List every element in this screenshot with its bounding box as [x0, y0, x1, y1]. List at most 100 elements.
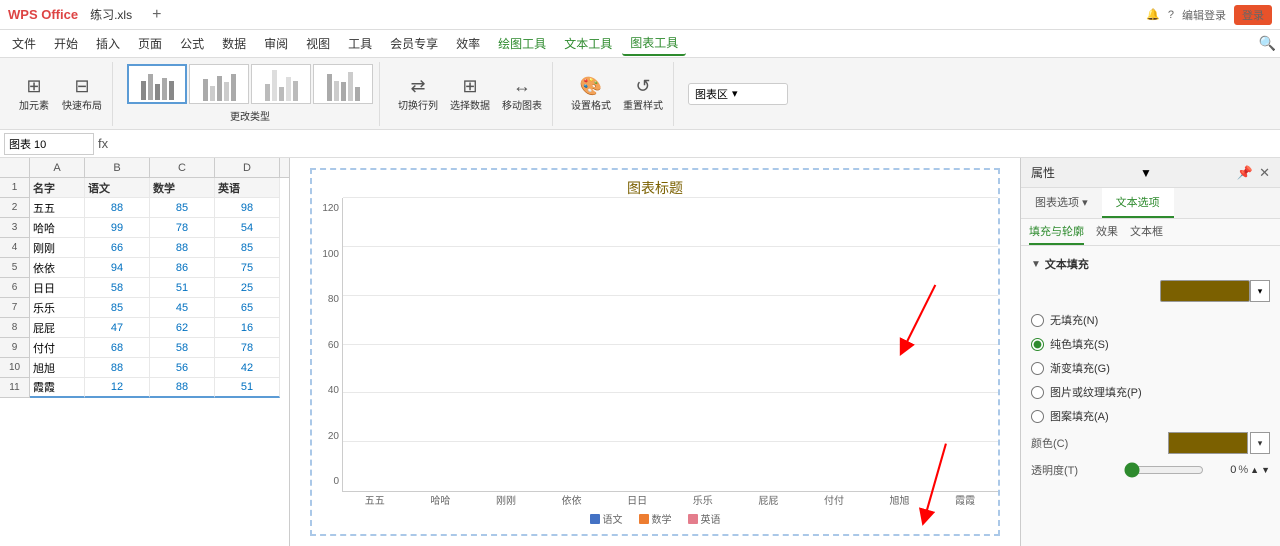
cell-c2[interactable]: 85: [150, 198, 215, 218]
cell-c10[interactable]: 56: [150, 358, 215, 378]
cell-b11[interactable]: 12: [85, 378, 150, 398]
switch-row-col-button[interactable]: ⇄ 切换行列: [394, 74, 442, 114]
cell-d1[interactable]: 英语: [215, 178, 280, 198]
radio-no-fill-input[interactable]: [1031, 314, 1044, 327]
cell-b5[interactable]: 94: [85, 258, 150, 278]
menu-vip[interactable]: 会员专享: [382, 32, 446, 55]
menu-view[interactable]: 视图: [298, 32, 338, 55]
cell-c9[interactable]: 58: [150, 338, 215, 358]
menu-file[interactable]: 文件: [4, 32, 44, 55]
pin-icon[interactable]: 📌: [1237, 165, 1253, 181]
cell-c11[interactable]: 88: [150, 378, 215, 398]
help-icon[interactable]: ?: [1168, 9, 1174, 21]
transparency-spin-down[interactable]: ▼: [1261, 465, 1270, 475]
color-small-dropdown[interactable]: ▾: [1250, 432, 1270, 454]
radio-image-fill[interactable]: 图片或纹理填充(P): [1031, 384, 1270, 400]
move-chart-button[interactable]: ↔ 移动图表: [498, 74, 546, 114]
tab-chart-options[interactable]: 图表选项 ▾: [1021, 188, 1102, 218]
tab-text-options[interactable]: 文本选项: [1102, 188, 1174, 218]
subtab-textbox[interactable]: 文本框: [1130, 223, 1163, 245]
cell-a9[interactable]: 付付: [30, 338, 85, 358]
menu-data[interactable]: 数据: [214, 32, 254, 55]
menu-start[interactable]: 开始: [46, 32, 86, 55]
menu-efficiency[interactable]: 效率: [448, 32, 488, 55]
cell-b3[interactable]: 99: [85, 218, 150, 238]
col-header-b[interactable]: B: [85, 158, 150, 177]
cell-a6[interactable]: 日日: [30, 278, 85, 298]
cell-d10[interactable]: 42: [215, 358, 280, 378]
cell-b6[interactable]: 58: [85, 278, 150, 298]
cell-c5[interactable]: 86: [150, 258, 215, 278]
cell-c1[interactable]: 数学: [150, 178, 215, 198]
menu-page[interactable]: 页面: [130, 32, 170, 55]
radio-gradient-fill-input[interactable]: [1031, 362, 1044, 375]
col-header-d[interactable]: D: [215, 158, 280, 177]
cell-d11[interactable]: 51: [215, 378, 280, 398]
cell-d4[interactable]: 85: [215, 238, 280, 258]
cell-a11[interactable]: 霞霞: [30, 378, 85, 398]
cell-c7[interactable]: 45: [150, 298, 215, 318]
chart-thumb-3[interactable]: [251, 64, 311, 104]
color-swatch-main[interactable]: [1160, 280, 1250, 302]
cell-a8[interactable]: 屁屁: [30, 318, 85, 338]
menu-formula[interactable]: 公式: [172, 32, 212, 55]
cell-c6[interactable]: 51: [150, 278, 215, 298]
menu-text-tools[interactable]: 文本工具: [556, 32, 620, 55]
cell-b8[interactable]: 47: [85, 318, 150, 338]
cell-a1[interactable]: 名字: [30, 178, 85, 198]
add-tab-button[interactable]: +: [152, 6, 161, 24]
cell-a10[interactable]: 旭旭: [30, 358, 85, 378]
radio-image-fill-input[interactable]: [1031, 386, 1044, 399]
cell-d2[interactable]: 98: [215, 198, 280, 218]
cell-b10[interactable]: 88: [85, 358, 150, 378]
menu-insert[interactable]: 插入: [88, 32, 128, 55]
chart-thumb-4[interactable]: [313, 64, 373, 104]
radio-solid-fill-input[interactable]: [1031, 338, 1044, 351]
cell-c3[interactable]: 78: [150, 218, 215, 238]
cell-a2[interactable]: 五五: [30, 198, 85, 218]
color-swatch-dropdown[interactable]: ▾: [1250, 280, 1270, 302]
chart-area-dropdown[interactable]: 图表区 ▾: [688, 83, 788, 105]
add-element-button[interactable]: ⊞ 加元素: [14, 74, 54, 114]
cell-d7[interactable]: 65: [215, 298, 280, 318]
set-format-button[interactable]: 🎨 设置格式: [567, 74, 615, 114]
subtab-effects[interactable]: 效果: [1096, 223, 1118, 245]
notification-icon[interactable]: 🔔: [1146, 8, 1160, 21]
radio-no-fill[interactable]: 无填充(N): [1031, 312, 1270, 328]
radio-pattern-fill[interactable]: 图案填充(A): [1031, 408, 1270, 424]
col-header-a[interactable]: A: [30, 158, 85, 177]
chart-container[interactable]: 图表标题 120 100 80 60 40 20 0: [290, 158, 1020, 546]
cell-d5[interactable]: 75: [215, 258, 280, 278]
formula-input[interactable]: [112, 137, 1276, 151]
color-swatch-small[interactable]: [1168, 432, 1248, 454]
cell-a7[interactable]: 乐乐: [30, 298, 85, 318]
name-box[interactable]: [4, 133, 94, 155]
radio-gradient-fill[interactable]: 渐变填充(G): [1031, 360, 1270, 376]
cell-c8[interactable]: 62: [150, 318, 215, 338]
menu-chart-tools[interactable]: 图表工具: [622, 31, 686, 56]
menu-review[interactable]: 审阅: [256, 32, 296, 55]
menu-tools[interactable]: 工具: [340, 32, 380, 55]
select-data-button[interactable]: ⊞ 选择数据: [446, 74, 494, 114]
reset-style-button[interactable]: ↺ 重置样式: [619, 74, 667, 114]
radio-pattern-fill-input[interactable]: [1031, 410, 1044, 423]
cell-b9[interactable]: 68: [85, 338, 150, 358]
close-icon[interactable]: ✕: [1259, 165, 1270, 181]
col-header-c[interactable]: C: [150, 158, 215, 177]
cell-d8[interactable]: 16: [215, 318, 280, 338]
chart-thumb-1[interactable]: [127, 64, 187, 104]
transparency-spin-up[interactable]: ▲: [1250, 465, 1259, 475]
cell-c4[interactable]: 88: [150, 238, 215, 258]
chart-thumb-2[interactable]: [189, 64, 249, 104]
search-icon[interactable]: 🔍: [1259, 35, 1276, 52]
radio-solid-fill[interactable]: 纯色填充(S): [1031, 336, 1270, 352]
cell-b7[interactable]: 85: [85, 298, 150, 318]
cell-b1[interactable]: 语文: [85, 178, 150, 198]
cell-a5[interactable]: 依依: [30, 258, 85, 278]
signin-button[interactable]: 登录: [1234, 5, 1272, 25]
cell-a4[interactable]: 刚刚: [30, 238, 85, 258]
cell-d9[interactable]: 78: [215, 338, 280, 358]
cell-a3[interactable]: 哈哈: [30, 218, 85, 238]
transparency-slider[interactable]: [1124, 462, 1204, 478]
function-icon[interactable]: fx: [98, 136, 108, 151]
